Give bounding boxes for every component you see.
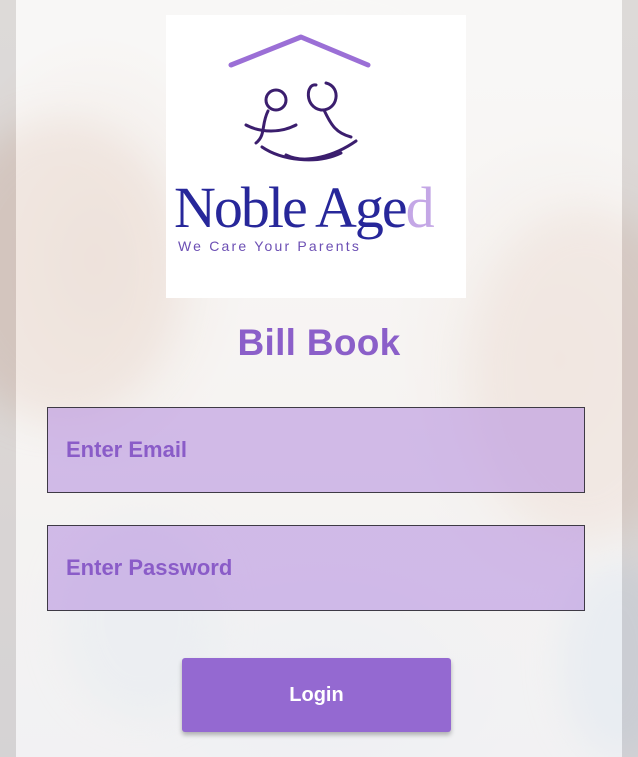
password-field-container[interactable] bbox=[47, 525, 585, 611]
house-with-parents-icon: Noble Aged We Care Your Parents bbox=[174, 34, 437, 254]
email-field[interactable] bbox=[66, 437, 584, 463]
right-edge-shade bbox=[622, 0, 638, 757]
password-field[interactable] bbox=[66, 555, 584, 581]
brand-tagline: We Care Your Parents bbox=[178, 238, 361, 254]
left-edge-shade bbox=[0, 0, 16, 757]
email-field-container[interactable] bbox=[47, 407, 585, 493]
brand-wordmark: Noble Aged bbox=[174, 175, 435, 240]
brand-logo: Noble Aged We Care Your Parents bbox=[166, 15, 466, 298]
login-button[interactable]: Login bbox=[182, 658, 451, 732]
page-title: Bill Book bbox=[237, 322, 401, 363]
